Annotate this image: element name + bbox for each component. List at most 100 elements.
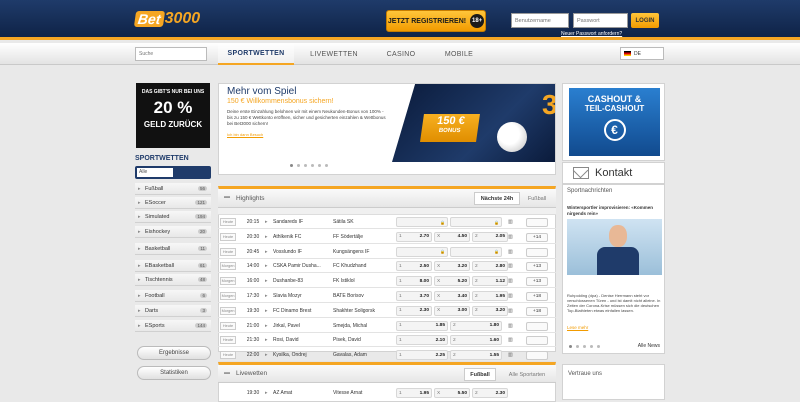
tab-next-24h[interactable]: Nächste 24h xyxy=(474,192,520,205)
odd-away[interactable]: 🔒 xyxy=(450,217,502,227)
odd-away[interactable]: 2 1.80 xyxy=(450,320,502,331)
sidebar-item-esoccer[interactable]: ▸ ESoccer 121 xyxy=(135,197,211,209)
match-row[interactable]: Heute 20:15 ▸ Sandareds IF Sätila SK 🔒 🔒 ▥ xyxy=(218,215,556,229)
odd-away[interactable]: 2 1.12 xyxy=(472,276,508,287)
news-dot[interactable] xyxy=(583,345,586,348)
tab-fussball[interactable]: Fußball xyxy=(522,192,552,205)
odd-home[interactable]: 1 2.30 xyxy=(396,305,432,316)
sidebar-item-fussball[interactable]: ▸ Fußball 56 xyxy=(135,183,211,195)
carousel-dot[interactable] xyxy=(311,164,314,167)
username-input[interactable] xyxy=(511,13,569,28)
news-read-more[interactable]: Lese mehr xyxy=(567,325,588,330)
all-news-link[interactable]: Alle News xyxy=(638,343,660,349)
carousel-dot[interactable] xyxy=(304,164,307,167)
odd-home[interactable]: 1 2.25 xyxy=(396,350,448,361)
odd-home[interactable]: 1 2.10 xyxy=(396,335,448,346)
tab-all-sports[interactable]: Alle Sportarten xyxy=(502,368,552,381)
more-bets-button[interactable]: +18 xyxy=(526,292,548,301)
stats-icon[interactable]: ▥ xyxy=(508,352,513,358)
bet3000-logo[interactable]: Bet 3000 xyxy=(133,8,200,30)
carousel-dot[interactable] xyxy=(318,164,321,167)
login-button[interactable]: LOGIN xyxy=(631,13,659,28)
contact-box[interactable]: Kontakt xyxy=(562,162,665,184)
news-dot[interactable] xyxy=(590,345,593,348)
news-dot[interactable] xyxy=(597,345,600,348)
stats-icon[interactable]: ▥ xyxy=(508,219,513,225)
more-bets-button[interactable]: +13 xyxy=(526,262,548,272)
sidebar-item-football[interactable]: ▸ Football 6 xyxy=(135,290,211,302)
news-headline[interactable]: Wintersportler improvisieren: «Kommen ni… xyxy=(567,205,662,216)
odd-away[interactable]: 2 1.60 xyxy=(450,335,502,346)
cashback-promo[interactable]: DAS GIBT'S NUR BEI UNS 20 % GELD ZURÜCK xyxy=(136,83,210,148)
odd-draw[interactable]: X 4.50 xyxy=(434,231,470,242)
sidebar-item-eishockey[interactable]: ▸ Eishockey 20 xyxy=(135,226,211,238)
forgot-password-link[interactable]: Neuer Passwort anfordern? xyxy=(561,31,622,37)
results-button[interactable]: Ergebnisse xyxy=(137,346,211,360)
match-row[interactable]: Heute 20:30 ▸ Athlkenik FC FF Södertälje 1 2.7… xyxy=(218,230,556,244)
language-select[interactable]: DE xyxy=(620,47,664,60)
tab-livewetten[interactable]: LIVEWETTEN xyxy=(300,43,368,65)
match-row[interactable]: Morgen 16:00 ▸ Dushanbe-83 FK Istiklol 1 8.00 X… xyxy=(218,274,556,289)
stats-icon[interactable]: ▥ xyxy=(508,323,513,329)
stats-icon[interactable]: ▥ xyxy=(508,249,513,255)
more-bets-button[interactable] xyxy=(526,321,548,331)
sport-filter-value[interactable]: Alle xyxy=(137,168,173,177)
odd-home[interactable]: 🔒 xyxy=(396,246,448,257)
more-bets-button[interactable]: +18 xyxy=(526,306,548,316)
sport-filter[interactable]: Alle xyxy=(135,166,211,179)
more-bets-button[interactable] xyxy=(526,218,548,227)
collapse-icon[interactable]: ▬ xyxy=(224,194,230,200)
sidebar-item-ebasketball[interactable]: ▸ EBasketball 61 xyxy=(135,260,211,272)
more-bets-button[interactable] xyxy=(526,247,548,257)
odd-home[interactable]: 1 2.50 xyxy=(396,261,432,272)
odd-draw[interactable]: X 5.20 xyxy=(434,276,470,287)
more-bets-button[interactable] xyxy=(526,351,548,361)
odd-away[interactable]: 2 2.80 xyxy=(472,261,508,272)
odd-draw[interactable]: X 5.50 xyxy=(434,388,470,398)
stats-icon[interactable]: ▥ xyxy=(508,263,513,269)
odd-draw[interactable]: X 3.20 xyxy=(434,261,470,272)
sidebar-item-tischtennis[interactable]: ▸ Tischtennis 48 xyxy=(135,274,211,286)
odd-home[interactable]: 1 8.00 xyxy=(396,276,432,287)
odd-away[interactable]: 🔒 xyxy=(450,246,502,257)
odd-away[interactable]: 2 1.95 xyxy=(472,291,508,301)
stats-icon[interactable]: ▥ xyxy=(508,278,513,284)
cashout-promo[interactable]: CASHOUT & TEIL-CASHOUT € xyxy=(569,88,660,156)
carousel-dots[interactable] xyxy=(290,164,328,167)
sidebar-item-basketball[interactable]: ▸ Basketball 11 xyxy=(135,243,211,255)
odd-away[interactable]: 2 2.30 xyxy=(472,388,508,398)
odd-away[interactable]: 2 2.05 xyxy=(472,231,508,242)
register-button[interactable]: JETZT REGISTRIEREN! 18+ xyxy=(386,10,486,32)
stats-icon[interactable]: ▥ xyxy=(508,337,513,343)
tab-sportwetten[interactable]: SPORTWETTEN xyxy=(218,43,294,65)
odd-away[interactable]: 2 3.20 xyxy=(472,305,508,316)
search-input[interactable] xyxy=(135,47,207,61)
welcome-bonus-banner[interactable]: Mehr vom Spiel 150 € Willkommensbonus si… xyxy=(218,83,556,175)
news-dot[interactable] xyxy=(576,345,579,348)
password-input[interactable] xyxy=(573,13,628,28)
carousel-dot[interactable] xyxy=(290,164,293,167)
live-row[interactable]: 19:30 ▸ AZ Amat Vitesse Arnat 1 1.95 X 5.5… xyxy=(218,386,556,400)
odd-home[interactable]: 1 1.95 xyxy=(396,388,432,398)
match-row[interactable]: Heute 21:30 ▸ Rosi, David Pisek, David 1 2.10 2… xyxy=(218,333,556,348)
news-dot[interactable] xyxy=(569,345,572,348)
sidebar-item-esports[interactable]: ▸ ESports 144 xyxy=(135,320,211,332)
tab-live-fussball[interactable]: Fußball xyxy=(464,368,496,381)
odd-home[interactable]: 1 2.70 xyxy=(396,231,432,242)
more-bets-button[interactable]: +13 xyxy=(526,277,548,287)
stats-icon[interactable]: ▥ xyxy=(508,308,513,314)
statistics-button[interactable]: Statistiken xyxy=(137,366,211,380)
stats-icon[interactable]: ▥ xyxy=(508,293,513,299)
carousel-dot[interactable] xyxy=(325,164,328,167)
tab-casino[interactable]: CASINO xyxy=(375,43,427,65)
sidebar-item-simulated[interactable]: ▸ Simulated 194 xyxy=(135,211,211,223)
more-bets-button[interactable]: +14 xyxy=(526,232,548,242)
more-bets-button[interactable] xyxy=(526,336,548,346)
banner-link[interactable]: Ich bin dann Besuch xyxy=(227,132,263,137)
odd-away[interactable]: 2 1.55 xyxy=(450,350,502,361)
match-row[interactable]: Morgen 14:00 ▸ CSKA Pamir Dusha... FC Khudzh… xyxy=(218,259,556,274)
match-row[interactable]: Morgen 19:30 ▸ FC Dinamo Brest Shakhter Soli… xyxy=(218,304,556,318)
odd-home[interactable]: 🔒 xyxy=(396,217,448,227)
odd-home[interactable]: 1 3.70 xyxy=(396,291,432,301)
match-row[interactable]: Heute 22:00 ▸ Kysilka, Ondrej Gavalas, Adam 1… xyxy=(218,348,556,363)
